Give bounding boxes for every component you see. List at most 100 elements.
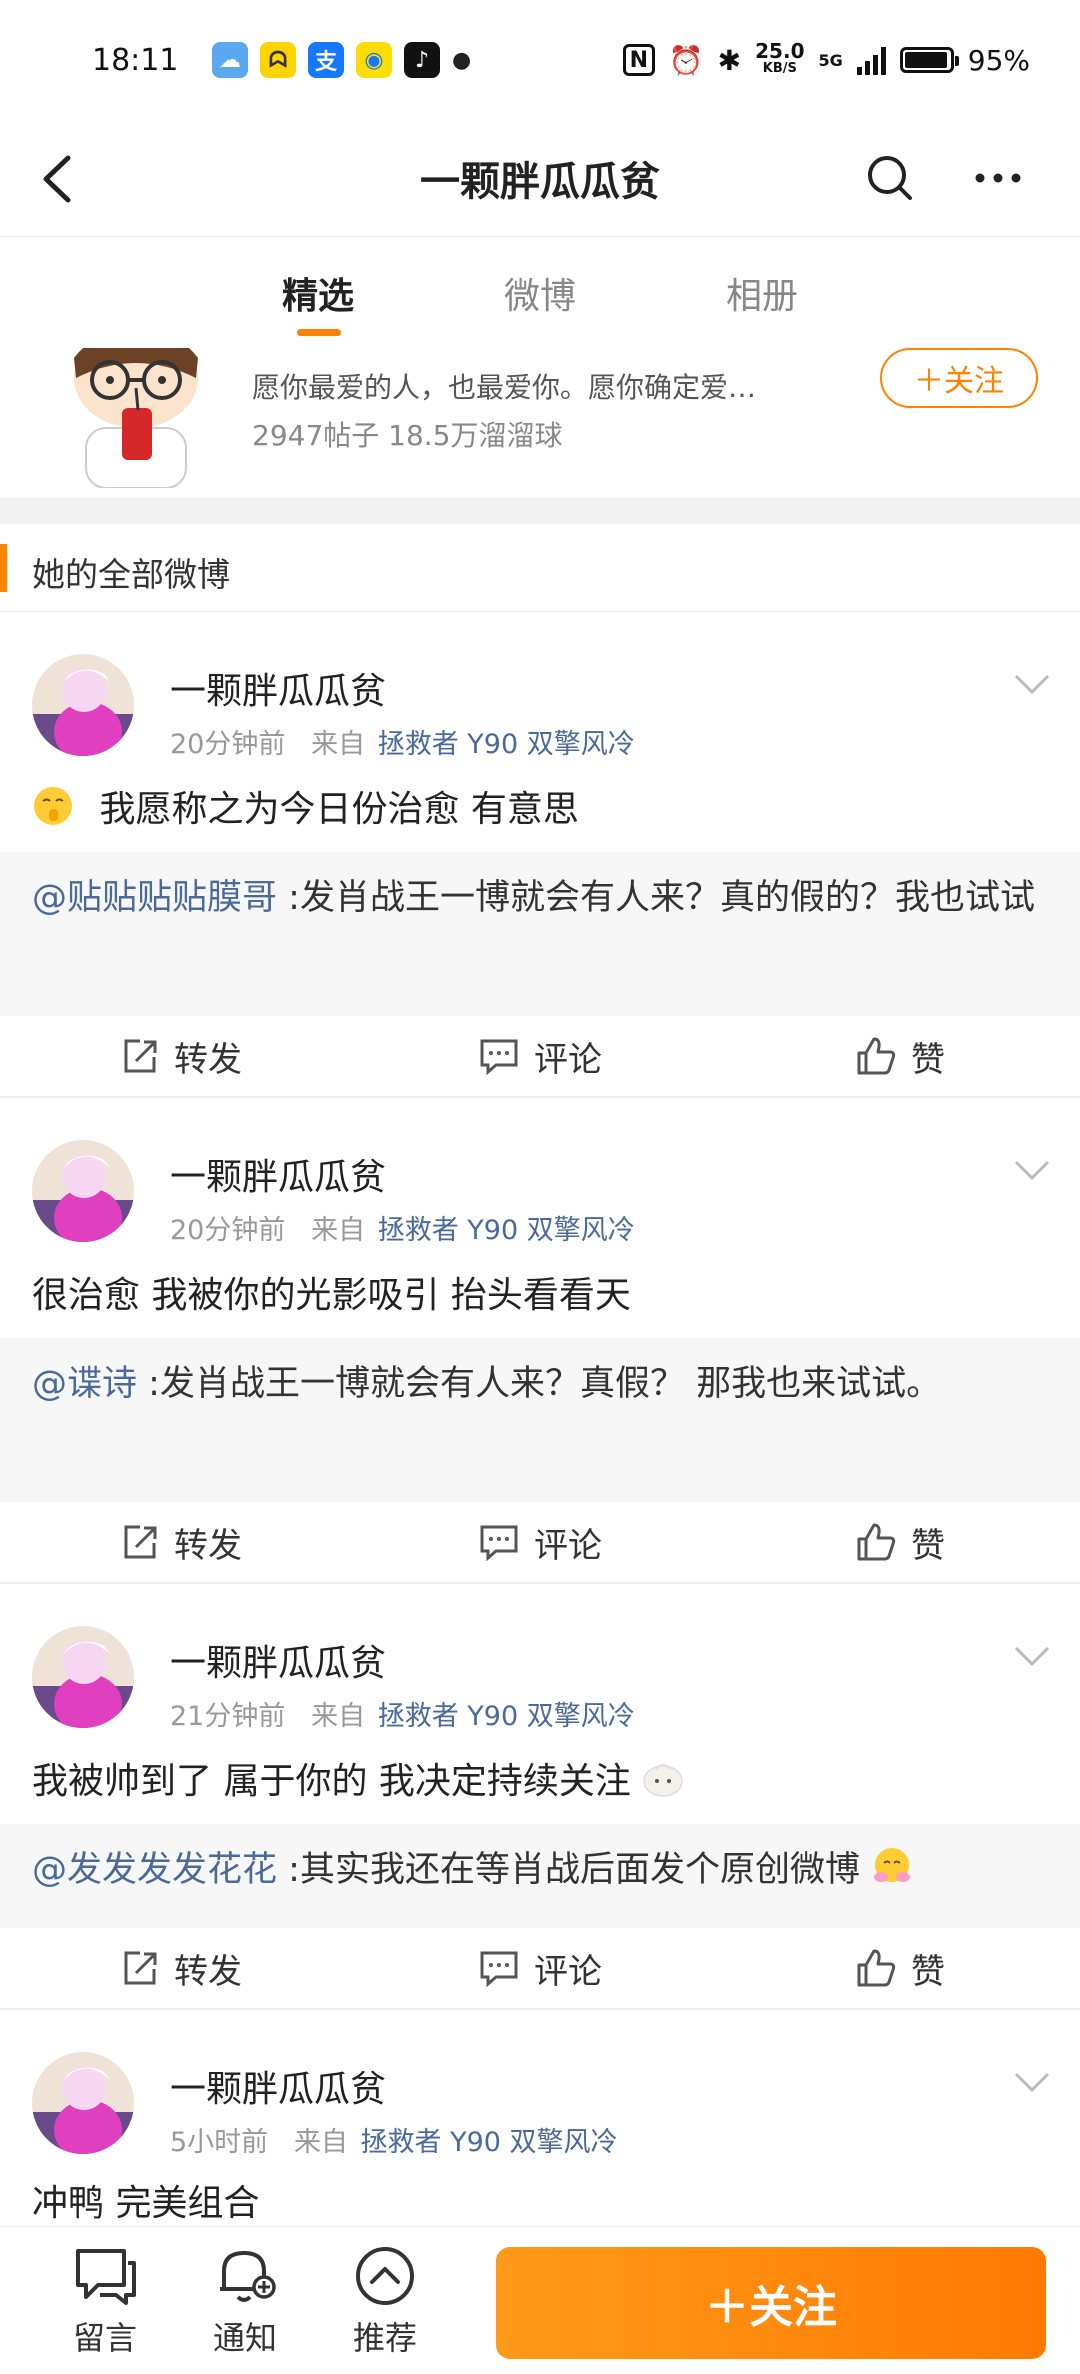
post-meta: 21分钟前 来自 拯救者 Y90 双擎风冷 xyxy=(170,1694,635,1733)
post-meta: 20分钟前 来自 拯救者 Y90 双擎风冷 xyxy=(170,1208,635,1247)
repost-icon xyxy=(124,1951,157,1985)
back-icon[interactable] xyxy=(34,152,84,206)
post-meta: 5小时前 来自 拯救者 Y90 双擎风冷 xyxy=(170,2120,618,2159)
follow-button[interactable]: ＋关注 xyxy=(880,348,1038,408)
post-card[interactable]: 一颗胖瓜瓜贫 20分钟前 来自 拯救者 Y90 双擎风冷 我愿称之为今日份治愈 … xyxy=(0,612,1080,1098)
post-author[interactable]: 一颗胖瓜瓜贫 xyxy=(170,662,386,714)
post-body: 很治愈 我被你的光影吸引 抬头看看天 xyxy=(32,1275,631,1316)
post-actions: 转发 评论 赞 xyxy=(0,1928,1080,2010)
comment-label: 评论 xyxy=(534,1039,602,1080)
repost-text: :发肖战王一博就会有人来？真的假的？我也试试 xyxy=(288,878,1035,918)
post-time: 5小时前 xyxy=(170,2127,269,2158)
post-source[interactable]: 拯救者 Y90 双擎风冷 xyxy=(378,1701,635,1732)
bottom-bar: 留言 通知 推荐 ＋关注 xyxy=(0,2226,1080,2374)
post-body: 我被帅到了 属于你的 我决定持续关注 xyxy=(32,1761,631,1802)
avatar[interactable] xyxy=(32,1626,134,1728)
nfc-icon: N xyxy=(622,44,655,76)
chevron-down-icon[interactable] xyxy=(1012,1158,1052,1182)
recommend-button[interactable]: 推荐 xyxy=(330,2243,440,2359)
repost-user[interactable]: @贴贴贴贴膜哥 xyxy=(32,878,277,918)
hugging-face-emoji-icon xyxy=(874,1848,911,1882)
tab-album[interactable]: 相册 xyxy=(651,237,873,348)
post-card[interactable]: 一颗胖瓜瓜贫 5小时前 来自 拯救者 Y90 双擎风冷 冲鸭 完美组合 xyxy=(0,2010,1080,2226)
avatar[interactable] xyxy=(32,654,134,756)
post-from-label: 来自 xyxy=(311,1215,366,1246)
network-type: 5G xyxy=(818,50,843,70)
comment-label: 评论 xyxy=(534,1525,602,1566)
repost-button[interactable]: 转发 xyxy=(0,1502,360,1582)
repost-box[interactable]: @贴贴贴贴膜哥 :发肖战王一博就会有人来？真的假的？我也试试 xyxy=(0,852,1080,1016)
chevron-down-icon[interactable] xyxy=(1012,1644,1052,1668)
post-from-label: 来自 xyxy=(293,2127,348,2158)
alipay-icon: 支 xyxy=(308,42,344,78)
post-source[interactable]: 拯救者 Y90 双擎风冷 xyxy=(378,729,635,760)
comment-button[interactable]: 评论 xyxy=(360,1016,720,1096)
like-button[interactable]: 赞 xyxy=(720,1502,1080,1582)
post-author[interactable]: 一颗胖瓜瓜贫 xyxy=(170,2060,386,2112)
bluetooth-icon: ✱ xyxy=(717,43,742,77)
chevron-up-circle-icon xyxy=(356,2247,414,2305)
chevron-down-icon[interactable] xyxy=(1012,2070,1052,2094)
repost-label: 转发 xyxy=(174,1525,242,1566)
comment-button[interactable]: 评论 xyxy=(360,1502,720,1582)
follow-main-button[interactable]: ＋关注 xyxy=(496,2247,1046,2359)
repost-button[interactable]: 转发 xyxy=(0,1928,360,2008)
like-button[interactable]: 赞 xyxy=(720,1016,1080,1096)
profile-tabs: 精选 微博 相册 xyxy=(0,236,1080,348)
post-meta: 20分钟前 来自 拯救者 Y90 双擎风冷 xyxy=(170,722,635,761)
status-time: 18:11 xyxy=(92,42,179,78)
bunny-app-icon: ᗣ xyxy=(260,42,296,78)
repost-box[interactable]: @发发发发花花 :其实我还在等肖战后面发个原创微博 xyxy=(0,1824,1080,1928)
profile-bio: 愿你最爱的人，也最爱你。愿你确定爱… xyxy=(252,371,757,404)
post-from-label: 来自 xyxy=(311,1701,366,1732)
post-body: 我愿称之为今日份治愈 有意思 xyxy=(99,789,579,830)
repost-button[interactable]: 转发 xyxy=(0,1016,360,1096)
post-card[interactable]: 一颗胖瓜瓜贫 21分钟前 来自 拯救者 Y90 双擎风冷 我被帅到了 属于你的 … xyxy=(0,1584,1080,2010)
repost-user[interactable]: @发发发发花花 xyxy=(32,1850,277,1890)
avatar[interactable] xyxy=(32,2052,134,2154)
qq-icon: ◉ xyxy=(356,42,392,78)
status-right: N ⏰ ✱ 25.0 KB/S 5G 95% xyxy=(622,41,1030,78)
section-accent-bar xyxy=(0,544,7,592)
status-bar: 18:11 ☁ ᗣ 支 ◉ ♪ ● N ⏰ ✱ 25.0 KB/S 5G 95% xyxy=(0,0,1080,120)
comment-button[interactable]: 评论 xyxy=(360,1928,720,2008)
post-card[interactable]: 一颗胖瓜瓜贫 20分钟前 来自 拯救者 Y90 双擎风冷 很治愈 我被你的光影吸… xyxy=(0,1098,1080,1584)
notify-label: 通知 xyxy=(212,2319,277,2357)
more-icon[interactable] xyxy=(970,150,1026,206)
post-from-label: 来自 xyxy=(311,729,366,760)
post-source[interactable]: 拯救者 Y90 双擎风冷 xyxy=(361,2127,618,2158)
tab-weibo[interactable]: 微博 xyxy=(429,237,651,348)
like-label: 赞 xyxy=(911,1039,945,1080)
post-author[interactable]: 一颗胖瓜瓜贫 xyxy=(170,1634,386,1686)
like-button[interactable]: 赞 xyxy=(720,1928,1080,2008)
network-speed-unit: KB/S xyxy=(762,61,797,76)
search-icon[interactable] xyxy=(862,150,918,206)
profile-stats: 2947帖子 18.5万溜溜球 xyxy=(252,419,563,452)
battery-percent: 95% xyxy=(967,43,1030,77)
bun-face-emoji-icon xyxy=(643,1764,684,1797)
post-time: 20分钟前 xyxy=(170,729,286,760)
avatar[interactable] xyxy=(32,1140,134,1242)
tab-featured[interactable]: 精选 xyxy=(207,237,429,348)
post-body: 冲鸭 完美组合 xyxy=(32,2183,260,2224)
post-actions: 转发 评论 赞 xyxy=(0,1502,1080,1584)
like-label: 赞 xyxy=(911,1951,945,1992)
message-button[interactable]: 留言 xyxy=(50,2243,160,2359)
message-label: 留言 xyxy=(72,2319,137,2357)
repost-user[interactable]: @谍诗 xyxy=(32,1364,137,1404)
notification-icons: ☁ ᗣ 支 ◉ ♪ ● xyxy=(212,42,471,78)
profile-avatar[interactable] xyxy=(56,348,216,488)
post-author[interactable]: 一颗胖瓜瓜贫 xyxy=(170,1148,386,1200)
battery-icon xyxy=(899,47,959,73)
thumbs-up-icon xyxy=(857,1523,896,1561)
notify-button[interactable]: 通知 xyxy=(190,2243,300,2359)
thumbs-up-icon xyxy=(857,1949,896,1987)
post-text: 我被帅到了 属于你的 我决定持续关注 xyxy=(32,1752,684,1804)
nav-bar: 一颗胖瓜瓜贫 xyxy=(0,120,1080,236)
repost-box[interactable]: @谍诗 :发肖战王一博就会有人来？真假？ 那我也来试试。 xyxy=(0,1338,1080,1502)
alarm-icon: ⏰ xyxy=(668,43,704,77)
chevron-down-icon[interactable] xyxy=(1012,672,1052,696)
post-text: 我愿称之为今日份治愈 有意思 xyxy=(32,780,579,832)
signal-icon xyxy=(856,45,886,75)
post-source[interactable]: 拯救者 Y90 双擎风冷 xyxy=(378,1215,635,1246)
